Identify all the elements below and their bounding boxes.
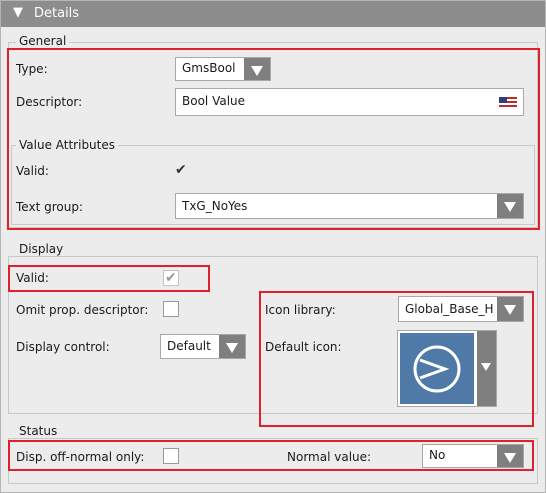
general-highlight	[7, 48, 540, 230]
general-legend: General	[16, 34, 70, 48]
display-valid-checkbox[interactable]: ✔	[163, 270, 179, 286]
chevron-down-icon[interactable]	[477, 331, 496, 406]
triangle-down-icon[interactable]: ▼	[13, 5, 23, 20]
omit-prop-descriptor-label: Omit prop. descriptor:	[16, 303, 149, 317]
check-icon: ✔	[165, 270, 177, 286]
display-control-value: Default	[167, 339, 211, 353]
circle-arrow-icon	[400, 333, 474, 404]
normal-value-select[interactable]: No	[422, 444, 524, 468]
display-valid-label: Valid:	[16, 271, 49, 285]
details-header[interactable]: ▼ Details	[1, 1, 545, 27]
display-control-label: Display control:	[16, 340, 110, 354]
icon-library-label: Icon library:	[265, 303, 336, 317]
icon-library-value: Global_Base_H	[405, 302, 494, 316]
chevron-down-icon[interactable]	[497, 297, 523, 321]
default-icon-label: Default icon:	[265, 340, 342, 354]
off-normal-label: Disp. off-normal only:	[16, 450, 145, 464]
status-legend: Status	[16, 424, 61, 438]
chevron-down-icon[interactable]	[497, 445, 523, 467]
details-title: Details	[34, 6, 80, 21]
omit-prop-descriptor-checkbox[interactable]	[163, 301, 179, 317]
icon-library-select[interactable]: Global_Base_H	[398, 296, 524, 322]
chevron-down-icon[interactable]	[219, 335, 245, 358]
display-legend: Display	[16, 242, 67, 256]
off-normal-checkbox[interactable]	[163, 448, 179, 464]
normal-value-value: No	[429, 448, 446, 462]
display-control-select[interactable]: Default	[160, 334, 246, 359]
normal-value-label: Normal value:	[287, 450, 372, 464]
default-icon-picker[interactable]	[397, 330, 497, 407]
